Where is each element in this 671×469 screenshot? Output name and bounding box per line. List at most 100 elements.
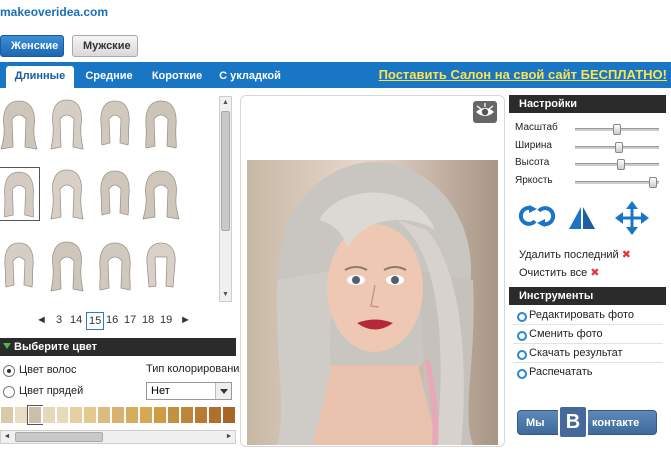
page-link[interactable]: 3 (56, 314, 62, 326)
rotate-icon[interactable] (515, 203, 559, 229)
settings-header: Настройки (509, 95, 666, 113)
tab-long[interactable]: Длинные (6, 66, 74, 88)
slider-knob[interactable] (616, 159, 625, 170)
hairstyle-thumb[interactable] (94, 167, 136, 221)
tab-bar: Длинные Средние Короткие С укладкой Пост… (0, 62, 671, 88)
slider-knob[interactable] (649, 177, 658, 188)
height-slider[interactable] (575, 159, 659, 170)
divider (513, 362, 663, 363)
scale-slider[interactable] (575, 124, 659, 135)
print-item[interactable]: Распечатать (517, 366, 592, 379)
move-arrows-icon[interactable] (613, 199, 651, 237)
tab-short[interactable]: Короткие (146, 66, 208, 88)
vk-logo-icon: В (558, 405, 588, 439)
scroll-thumb[interactable] (15, 432, 103, 442)
color-swatch[interactable] (208, 406, 222, 424)
tab-styled[interactable]: С укладкой (214, 66, 286, 88)
color-swatch[interactable] (111, 406, 125, 424)
preview-eye-icon[interactable] (473, 101, 497, 123)
scale-label: Масштаб (515, 122, 558, 133)
slider-knob[interactable] (613, 124, 621, 135)
hairstyle-thumb[interactable] (0, 97, 40, 151)
color-swatch[interactable] (83, 406, 98, 424)
hairstyle-grid (0, 95, 218, 305)
hairstyle-thumb[interactable] (46, 239, 88, 293)
hairstyle-thumb[interactable] (46, 97, 88, 151)
height-label: Высота (515, 157, 550, 168)
male-button[interactable]: Мужские (72, 35, 138, 57)
brightness-slider[interactable] (575, 177, 659, 188)
change-photo-item[interactable]: Сменить фото (517, 328, 603, 341)
tools-header: Инструменты (509, 287, 666, 305)
hairstyle-thumb[interactable] (140, 167, 182, 221)
flip-icon[interactable] (567, 205, 597, 231)
hairstyle-thumb[interactable] (140, 97, 182, 151)
color-swatch[interactable] (0, 406, 14, 424)
color-swatch[interactable] (222, 406, 236, 424)
color-swatch[interactable] (124, 406, 139, 424)
vk-left-text: Мы (526, 417, 545, 429)
page-link[interactable]: 19 (160, 314, 172, 326)
color-swatches (0, 405, 236, 425)
coloring-type-label: Тип колорирования (146, 363, 246, 375)
page-link[interactable]: 17 (124, 314, 136, 326)
scroll-right-arrow-icon[interactable]: ► (223, 431, 235, 443)
scroll-up-arrow-icon[interactable]: ▲ (220, 97, 231, 109)
hairstyle-thumb[interactable] (140, 239, 182, 293)
swatch-scrollbar[interactable]: ◄ ► (0, 430, 236, 444)
vk-letter: В (565, 411, 581, 433)
portrait-photo[interactable] (247, 160, 498, 445)
female-button[interactable]: Женские (0, 35, 64, 57)
scroll-down-arrow-icon[interactable]: ▼ (220, 289, 231, 301)
vk-button[interactable]: Мы В контакте (517, 405, 657, 439)
page-link[interactable]: 14 (70, 314, 82, 326)
vk-right-text: контакте (592, 417, 640, 429)
color-swatch[interactable] (180, 406, 195, 424)
chevron-down-icon[interactable] (215, 383, 231, 399)
color-swatch[interactable] (152, 406, 167, 424)
hairstyle-thumb[interactable] (0, 239, 40, 293)
hair-color-radio[interactable] (3, 365, 15, 377)
color-swatch[interactable] (69, 406, 84, 424)
remove-x-icon: ✖ (621, 249, 631, 261)
width-label: Ширина (515, 140, 552, 151)
hairstyle-thumb[interactable] (46, 167, 88, 221)
color-swatch[interactable] (55, 406, 70, 424)
color-swatch[interactable] (26, 405, 43, 425)
hairstyle-thumb[interactable] (94, 239, 136, 293)
color-section-title: Выберите цвет (14, 341, 98, 353)
expand-triangle-icon (3, 343, 11, 349)
scroll-left-arrow-icon[interactable]: ◄ (1, 431, 13, 443)
hairstyle-thumb-selected[interactable] (0, 167, 40, 221)
delete-last-label: Удалить последний (519, 249, 619, 261)
coloring-type-value: Нет (151, 385, 170, 397)
page-link[interactable]: 18 (142, 314, 154, 326)
download-result-item[interactable]: Скачать результат (517, 347, 623, 360)
color-swatch[interactable] (97, 406, 111, 424)
next-page-arrow-icon[interactable]: ► (180, 314, 191, 326)
clear-all-action[interactable]: Очистить все ✖ (519, 266, 600, 279)
brightness-label: Яркость (515, 175, 553, 186)
divider (513, 343, 663, 344)
color-swatch[interactable] (13, 406, 28, 424)
page-link[interactable]: 16 (106, 314, 118, 326)
color-swatch[interactable] (138, 406, 153, 424)
color-swatch[interactable] (194, 406, 209, 424)
coloring-type-select[interactable]: Нет (146, 382, 232, 400)
scroll-thumb[interactable] (221, 111, 230, 231)
color-swatch[interactable] (166, 406, 181, 424)
hairstyle-scrollbar[interactable]: ▲ ▼ (219, 96, 232, 302)
color-swatch[interactable] (41, 406, 56, 424)
color-section-header[interactable]: Выберите цвет (0, 338, 236, 356)
right-panel: Настройки Масштаб Ширина Высота Яркость … (509, 95, 666, 445)
delete-last-action[interactable]: Удалить последний ✖ (519, 248, 631, 261)
page-current[interactable]: 15 (86, 312, 105, 330)
hairstyle-thumb[interactable] (94, 97, 136, 151)
slider-knob[interactable] (614, 142, 623, 153)
edit-photo-item[interactable]: Редактировать фото (517, 309, 634, 322)
prev-page-arrow-icon[interactable]: ◄ (36, 314, 47, 326)
tab-medium[interactable]: Средние (80, 66, 138, 88)
strands-color-radio[interactable] (3, 386, 15, 398)
width-slider[interactable] (575, 142, 659, 153)
promo-link[interactable]: Поставить Салон на свой сайт БЕСПЛАТНО! (379, 67, 667, 82)
